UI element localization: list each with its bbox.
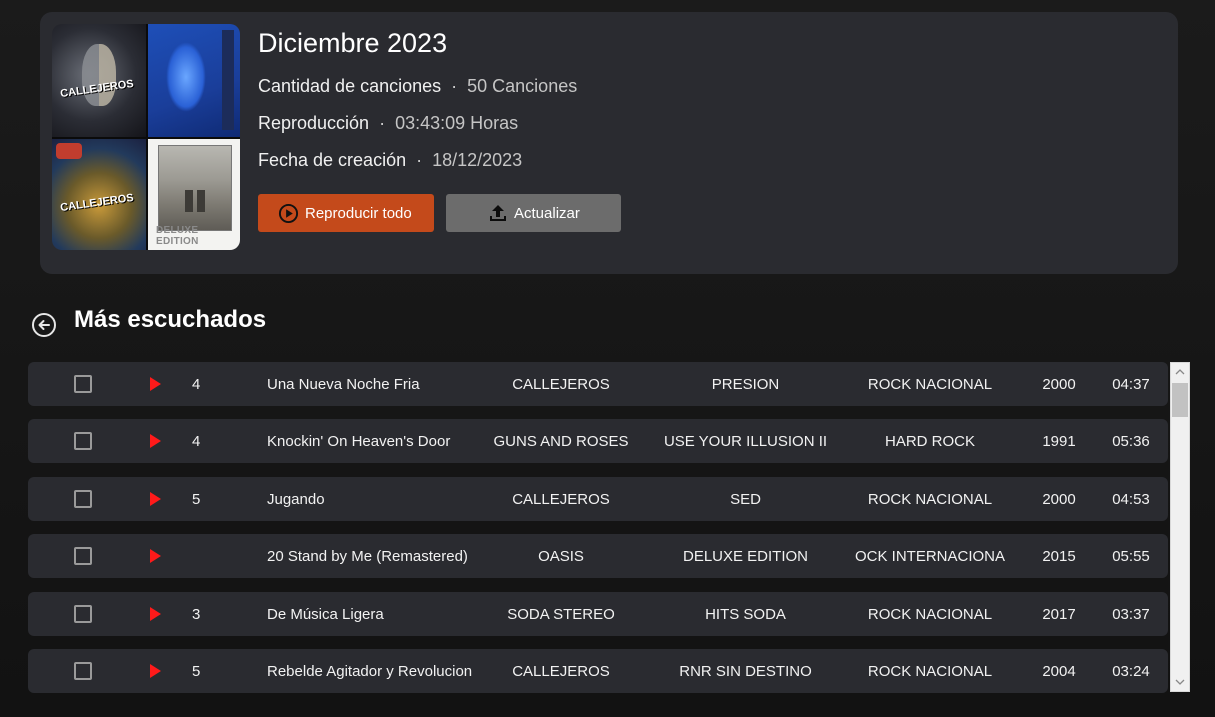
back-arrow-circle-icon[interactable] bbox=[31, 312, 57, 338]
track-year: 2000 bbox=[1042, 375, 1076, 393]
playlist-title: Diciembre 2023 bbox=[258, 28, 448, 58]
album-cover-2 bbox=[146, 24, 240, 137]
track-album: SED bbox=[730, 490, 761, 508]
separator-dot: · bbox=[379, 113, 386, 133]
track-album: RNR SIN DESTINO bbox=[679, 662, 812, 680]
track-duration: 05:36 bbox=[1112, 432, 1150, 450]
album-cover-1-tag: CALLEJEROS bbox=[59, 77, 135, 100]
play-triangle-icon[interactable] bbox=[150, 607, 161, 621]
chevron-up-icon bbox=[1175, 369, 1185, 375]
app-window: CALLEJEROS CALLEJEROS DELUXE EDITION Dic… bbox=[0, 0, 1215, 717]
album-cover-3-tag: CALLEJEROS bbox=[59, 191, 135, 214]
track-artist: CALLEJEROS bbox=[512, 375, 610, 393]
play-triangle-icon[interactable] bbox=[150, 549, 161, 563]
track-artist: CALLEJEROS bbox=[512, 662, 610, 680]
track-title: Rebelde Agitador y Revolucion bbox=[267, 662, 473, 680]
song-count-label: Cantidad de canciones bbox=[258, 76, 442, 96]
play-triangle-icon[interactable] bbox=[150, 492, 161, 506]
album-cover-4-photo bbox=[158, 145, 232, 231]
track-title: De Música Ligera bbox=[267, 605, 384, 623]
upload-icon bbox=[490, 205, 506, 221]
track-album: PRESION bbox=[711, 375, 780, 393]
track-genre: ROCK NACIONAL bbox=[867, 490, 993, 508]
album-cover-4: DELUXE EDITION bbox=[146, 137, 240, 250]
track-duration: 03:37 bbox=[1112, 605, 1150, 623]
track-number: 5 bbox=[192, 662, 201, 680]
chevron-down-icon bbox=[1175, 679, 1185, 685]
track-row[interactable]: 4 Una Nueva Noche Fria CALLEJEROS PRESIO… bbox=[28, 362, 1168, 406]
track-row[interactable]: 5 Rebelde Agitador y Revolucion CALLEJER… bbox=[28, 649, 1168, 693]
play-triangle-icon[interactable] bbox=[150, 434, 161, 448]
scroll-up-button[interactable] bbox=[1171, 363, 1189, 381]
track-album: USE YOUR ILLUSION II bbox=[663, 432, 828, 450]
track-artist: SODA STEREO bbox=[507, 605, 615, 623]
track-number: 5 bbox=[192, 490, 201, 508]
song-count-value: 50 Canciones bbox=[467, 76, 578, 96]
track-album: HITS SODA bbox=[705, 605, 786, 623]
row-checkbox[interactable] bbox=[74, 375, 92, 393]
album-cover-3: CALLEJEROS bbox=[52, 137, 146, 250]
track-year: 1991 bbox=[1042, 432, 1076, 450]
track-year: 2004 bbox=[1042, 662, 1076, 680]
track-genre: ROCK NACIONAL bbox=[867, 605, 993, 623]
separator-dot: · bbox=[451, 76, 458, 96]
track-title: Una Nueva Noche Fria bbox=[267, 375, 420, 393]
row-checkbox[interactable] bbox=[74, 490, 92, 508]
track-year: 2017 bbox=[1042, 605, 1076, 623]
row-checkbox[interactable] bbox=[74, 662, 92, 680]
playlist-header-card: CALLEJEROS CALLEJEROS DELUXE EDITION Dic… bbox=[40, 12, 1178, 274]
scroll-down-button[interactable] bbox=[1171, 673, 1189, 691]
created-date-label: Fecha de creación bbox=[258, 150, 407, 170]
play-circle-icon bbox=[278, 203, 299, 223]
track-artist: CALLEJEROS bbox=[512, 490, 610, 508]
scroll-thumb[interactable] bbox=[1172, 383, 1188, 417]
track-row[interactable]: 5 Jugando CALLEJEROS SED ROCK NACIONAL 2… bbox=[28, 477, 1168, 521]
track-duration: 04:53 bbox=[1112, 490, 1150, 508]
track-artist: GUNS AND ROSES bbox=[493, 432, 629, 450]
track-year: 2015 bbox=[1042, 547, 1076, 565]
track-title: 20 Stand by Me (Remastered) bbox=[267, 547, 468, 565]
vertical-scrollbar[interactable] bbox=[1170, 362, 1190, 692]
duration-row: Reproducción · 03:43:09 Horas bbox=[258, 113, 518, 134]
track-artist: OASIS bbox=[538, 547, 584, 565]
track-genre: OCK INTERNACIONA bbox=[854, 547, 1005, 565]
track-year: 2000 bbox=[1042, 490, 1076, 508]
duration-value: 03:43:09 Horas bbox=[395, 113, 519, 133]
track-duration: 04:37 bbox=[1112, 375, 1150, 393]
row-checkbox[interactable] bbox=[74, 432, 92, 450]
separator-dot: · bbox=[416, 150, 423, 170]
section-title: Más escuchados bbox=[74, 306, 267, 333]
album-cover-1: CALLEJEROS bbox=[52, 24, 146, 137]
track-duration: 03:24 bbox=[1112, 662, 1150, 680]
track-number: 4 bbox=[192, 375, 201, 393]
track-title: Jugando bbox=[267, 490, 325, 508]
created-date-row: Fecha de creación · 18/12/2023 bbox=[258, 150, 522, 171]
track-row[interactable]: 20 Stand by Me (Remastered) OASIS DELUXE… bbox=[28, 534, 1168, 578]
update-button[interactable]: Actualizar bbox=[446, 194, 621, 232]
track-genre: HARD ROCK bbox=[884, 432, 975, 450]
play-all-button[interactable]: Reproducir todo bbox=[258, 194, 434, 232]
track-title: Knockin' On Heaven's Door bbox=[267, 432, 451, 450]
track-album: DELUXE EDITION bbox=[682, 547, 809, 565]
track-duration: 05:55 bbox=[1112, 547, 1150, 565]
play-triangle-icon[interactable] bbox=[150, 377, 161, 391]
row-checkbox[interactable] bbox=[74, 605, 92, 623]
track-number bbox=[192, 534, 216, 578]
track-genre: ROCK NACIONAL bbox=[867, 375, 993, 393]
playlist-cover-collage: CALLEJEROS CALLEJEROS DELUXE EDITION bbox=[52, 24, 240, 250]
track-row[interactable]: 4 Knockin' On Heaven's Door GUNS AND ROS… bbox=[28, 419, 1168, 463]
track-genre: ROCK NACIONAL bbox=[867, 662, 993, 680]
created-date-value: 18/12/2023 bbox=[432, 150, 523, 170]
play-all-label: Reproducir todo bbox=[305, 204, 412, 222]
track-number: 3 bbox=[192, 605, 201, 623]
play-triangle-icon[interactable] bbox=[150, 664, 161, 678]
song-count-row: Cantidad de canciones · 50 Canciones bbox=[258, 76, 577, 97]
row-checkbox[interactable] bbox=[74, 547, 92, 565]
track-row[interactable]: 3 De Música Ligera SODA STEREO HITS SODA… bbox=[28, 592, 1168, 636]
track-number: 4 bbox=[192, 432, 201, 450]
album-cover-4-label: DELUXE EDITION bbox=[156, 225, 199, 247]
duration-label: Reproducción bbox=[258, 113, 370, 133]
update-label: Actualizar bbox=[514, 204, 580, 222]
